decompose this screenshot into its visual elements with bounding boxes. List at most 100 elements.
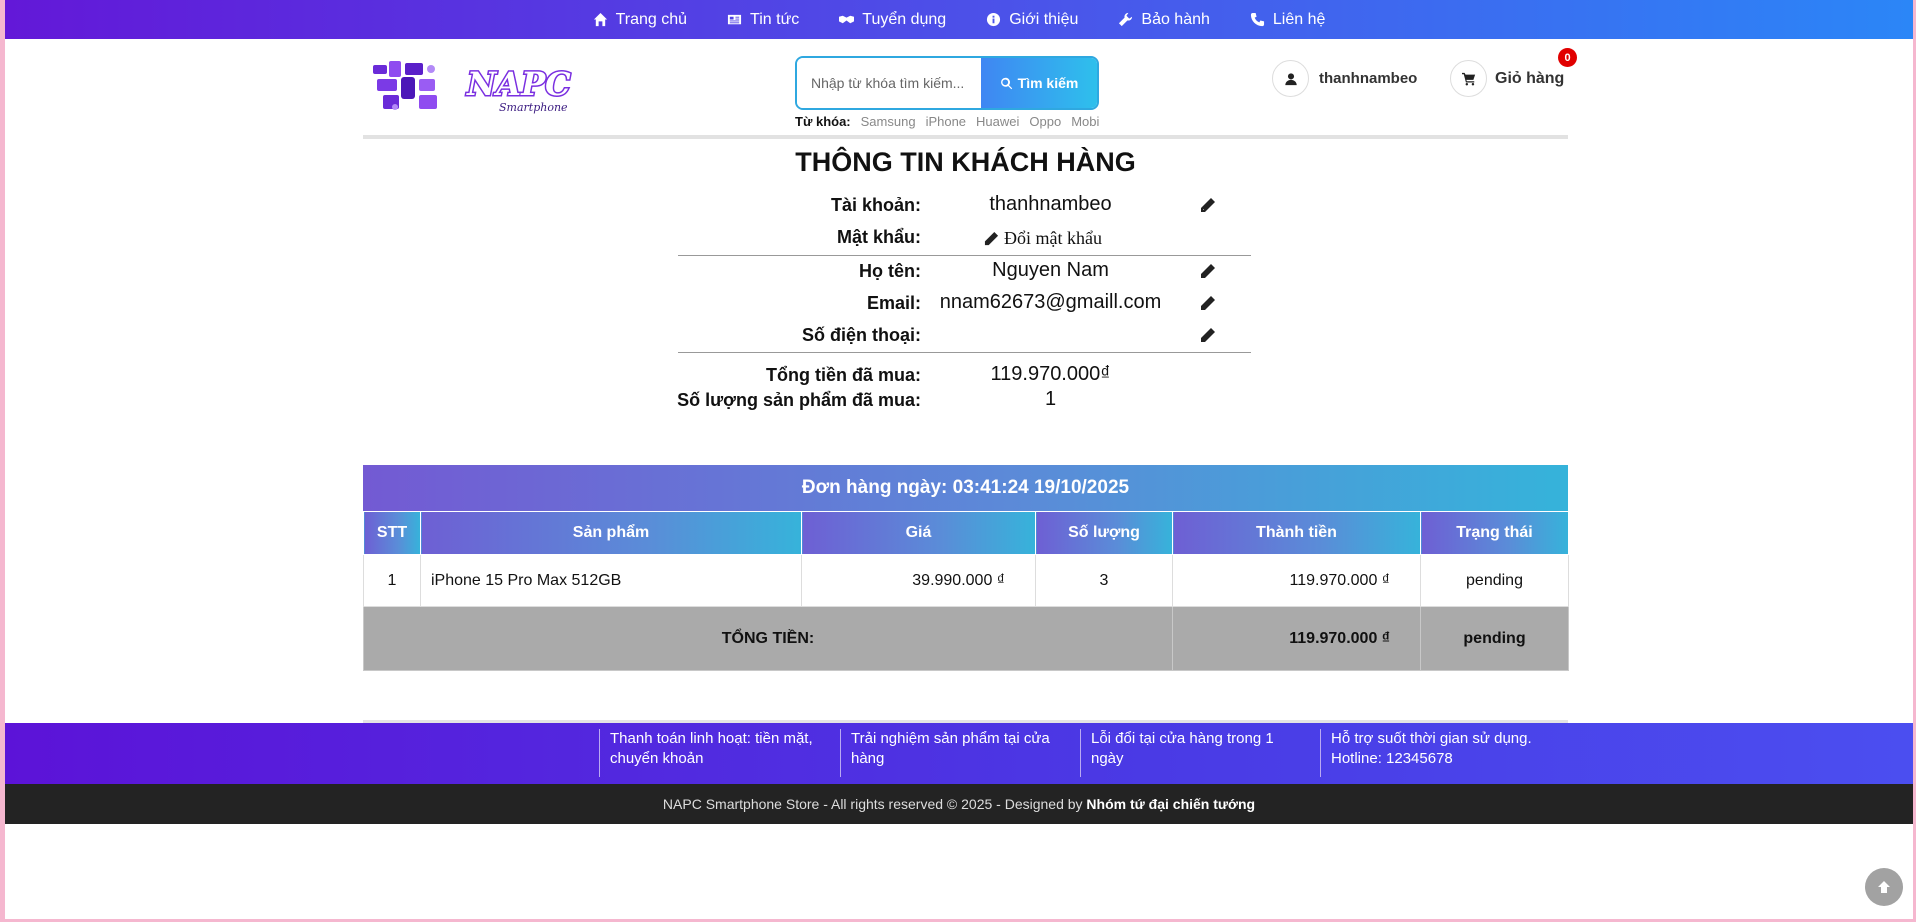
feature-item: Trải nghiệm sản phẩm tại cửa hàng bbox=[840, 729, 1070, 777]
info-divider bbox=[678, 255, 1251, 256]
email-row: Email: nnam62673@gmaill.com bbox=[678, 289, 1251, 319]
account-label: Tài khoản: bbox=[830, 195, 921, 215]
items-bought-row: Số lượng sản phẩm đã mua: 1 bbox=[677, 386, 1251, 416]
handshake-icon bbox=[839, 15, 855, 24]
name-row: Họ tên: Nguyen Nam bbox=[678, 257, 1251, 287]
user-icon bbox=[1272, 60, 1309, 97]
column-header: Số lượng bbox=[1035, 511, 1173, 555]
home-icon bbox=[593, 12, 607, 27]
name-value: Nguyen Nam bbox=[992, 259, 1109, 281]
total-value: 119.970.000 ₫ bbox=[1172, 606, 1421, 671]
cart-count-badge: 0 bbox=[1558, 48, 1577, 67]
total-row: TỔNG TIỀN: 119.970.000 ₫ pending bbox=[363, 606, 1569, 671]
cart-link[interactable]: Giỏ hàng 0 bbox=[1450, 48, 1577, 97]
header-divider bbox=[363, 135, 1568, 139]
search-input[interactable] bbox=[797, 58, 981, 108]
change-password-link[interactable]: Đổi mật khẩu bbox=[984, 228, 1102, 249]
pencil-icon bbox=[984, 231, 999, 246]
table-header-row: STT Sản phẩm Giá Số lượng Thành tiền Trạ… bbox=[363, 511, 1569, 555]
nav-label: Trang chủ bbox=[615, 10, 688, 28]
cell-product[interactable]: iPhone 15 Pro Max 512GB bbox=[420, 554, 802, 607]
keyword-link[interactable]: Samsung bbox=[861, 114, 916, 129]
password-label: Mật khẩu: bbox=[836, 227, 921, 247]
edit-email-button[interactable] bbox=[1200, 295, 1216, 311]
footer-features: Thanh toán linh hoạt: tiền mặt, chuyển k… bbox=[5, 723, 1913, 784]
search-box: Tìm kiếm bbox=[795, 56, 1099, 110]
change-password-label: Đổi mật khẩu bbox=[1004, 228, 1102, 248]
keyword-link[interactable]: Huawei bbox=[976, 114, 1019, 129]
pencil-icon bbox=[1201, 198, 1215, 212]
footer-copyright: NAPC Smartphone Store - All rights reser… bbox=[5, 784, 1913, 824]
keyword-label: Từ khóa: bbox=[795, 114, 851, 129]
nav-item-home[interactable]: Trang chủ bbox=[593, 11, 687, 29]
edit-name-button[interactable] bbox=[1200, 263, 1216, 279]
nav-item-news[interactable]: Tin tức bbox=[727, 11, 799, 29]
column-header: Sản phẩm bbox=[420, 511, 802, 555]
nav-label: Tin tức bbox=[750, 10, 800, 28]
nav-label: Tuyển dụng bbox=[862, 10, 947, 28]
cell-subtotal: 119.970.000 ₫ bbox=[1172, 554, 1421, 607]
scroll-to-top-button[interactable] bbox=[1865, 868, 1903, 906]
newspaper-icon bbox=[727, 14, 742, 25]
cell-stt: 1 bbox=[363, 554, 421, 607]
search-button[interactable]: Tìm kiếm bbox=[981, 58, 1097, 108]
keyword-list: Từ khóa: Samsung iPhone Huawei Oppo Mobi bbox=[795, 114, 1099, 129]
total-status: pending bbox=[1420, 606, 1569, 671]
edit-phone-button[interactable] bbox=[1200, 327, 1216, 343]
user-account-link[interactable]: thanhnambeo bbox=[1272, 60, 1417, 97]
phone-icon bbox=[1250, 12, 1264, 27]
phone-row: Số điện thoại: bbox=[678, 321, 1251, 351]
site-logo[interactable]: NAPC Smartphone bbox=[371, 59, 611, 115]
search-icon bbox=[1000, 77, 1012, 89]
account-value: thanhnambeo bbox=[989, 193, 1112, 215]
total-spent-value: 119.970.000₫ bbox=[990, 363, 1111, 385]
top-nav: Trang chủ Tin tức Tuyển dụng Giới thiệu … bbox=[5, 0, 1913, 39]
password-row: Mật khẩu: Đổi mật khẩu bbox=[678, 223, 1251, 253]
site-header: NAPC Smartphone Tìm kiếm Từ khóa: Samsun… bbox=[363, 39, 1577, 139]
column-header: STT bbox=[363, 511, 421, 555]
order-heading: Đơn hàng ngày: 03:41:24 19/10/2025 bbox=[363, 465, 1568, 511]
items-bought-label: Số lượng sản phẩm đã mua: bbox=[677, 390, 921, 410]
edit-account-button[interactable] bbox=[1200, 197, 1216, 213]
nav-label: Bảo hành bbox=[1141, 10, 1210, 28]
email-label: Email: bbox=[866, 293, 921, 313]
keyword-link[interactable]: Mobi bbox=[1071, 114, 1099, 129]
svg-text:NAPC: NAPC bbox=[466, 65, 571, 103]
nav-item-warranty[interactable]: Bảo hành bbox=[1118, 11, 1210, 29]
keyword-link[interactable]: Oppo bbox=[1029, 114, 1061, 129]
cell-qty: 3 bbox=[1035, 554, 1173, 607]
cart-icon bbox=[1450, 60, 1487, 97]
email-value: nnam62673@gmaill.com bbox=[939, 291, 1162, 313]
arrow-up-icon bbox=[1878, 881, 1890, 893]
svg-text:Smartphone: Smartphone bbox=[499, 101, 568, 114]
info-divider bbox=[678, 352, 1251, 353]
keyword-link[interactable]: iPhone bbox=[926, 114, 966, 129]
copyright-text: NAPC Smartphone Store - All rights reser… bbox=[662, 796, 1083, 812]
nav-label: Giới thiệu bbox=[1009, 10, 1079, 28]
column-header: Trạng thái bbox=[1420, 511, 1569, 555]
feature-item: Hỗ trợ suốt thời gian sử dụng. Hotline: … bbox=[1320, 729, 1550, 777]
nav-label: Liên hệ bbox=[1272, 10, 1326, 28]
nav-item-recruitment[interactable]: Tuyển dụng bbox=[839, 11, 946, 29]
page-title: THÔNG TIN KHÁCH HÀNG bbox=[795, 147, 1136, 177]
info-icon bbox=[987, 12, 1001, 27]
order-table: STT Sản phẩm Giá Số lượng Thành tiền Trạ… bbox=[363, 511, 1569, 671]
designer-name: Nhóm tứ đại chiến tướng bbox=[1086, 796, 1256, 812]
order-section: Đơn hàng ngày: 03:41:24 19/10/2025 STT S… bbox=[363, 465, 1569, 671]
search-button-label: Tìm kiếm bbox=[1017, 75, 1079, 91]
cart-label: Giỏ hàng bbox=[1495, 69, 1565, 87]
total-label: TỔNG TIỀN: bbox=[363, 606, 1173, 671]
pencil-icon bbox=[1201, 328, 1215, 342]
pencil-icon bbox=[1201, 264, 1215, 278]
nav-item-about[interactable]: Giới thiệu bbox=[986, 11, 1078, 29]
wrench-icon bbox=[1119, 12, 1133, 27]
phone-label: Số điện thoại: bbox=[802, 325, 921, 345]
nav-item-contact[interactable]: Liên hệ bbox=[1250, 10, 1326, 29]
pencil-icon bbox=[1201, 296, 1215, 310]
column-header: Thành tiền bbox=[1172, 511, 1421, 555]
feature-item: Thanh toán linh hoạt: tiền mặt, chuyển k… bbox=[599, 729, 829, 777]
cell-price: 39.990.000 ₫ bbox=[801, 554, 1036, 607]
name-label: Họ tên: bbox=[859, 261, 921, 281]
items-bought-value: 1 bbox=[1044, 388, 1057, 410]
account-row: Tài khoản: thanhnambeo bbox=[678, 191, 1251, 221]
